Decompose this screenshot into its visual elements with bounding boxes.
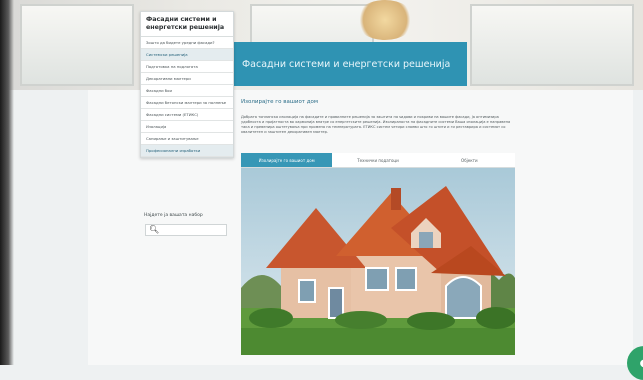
sidebar-item-insulation[interactable]: Изолација [141,121,233,133]
magnifier-icon[interactable]: 🔍︎ [149,226,159,234]
sidebar-menu: Фасадни системи и енергетски решенија Зо… [140,11,234,158]
hero-window [470,4,634,86]
sidebar-item-substrate-prep[interactable]: Подготовка на подлогата [141,61,233,73]
article-title: Изолирајте го вашиот дом [241,99,319,105]
left-edge-shadow [0,0,14,365]
sidebar-item-concrete-plasters[interactable]: Фасадни бетонски малтери за полнење [141,97,233,109]
search-input[interactable]: 🔍︎ [145,224,227,236]
tab-technical-data[interactable]: Технички податоци [332,153,423,167]
sidebar-item-facade-paints[interactable]: Фасадни бои [141,85,233,97]
sidebar-item-renovation[interactable]: Санирање и заштитување [141,133,233,145]
tab-insulate-home[interactable]: Изолирајте го вашиот дом [241,153,333,167]
sidebar-item-why-facades[interactable]: Зошто да бидете уредни фасади? [141,37,233,49]
content-tabs: Изолирајте го вашиот дом Технички подато… [241,153,515,168]
banner-title: Фасадни системи и енергетски решенија [242,58,451,70]
sidebar-item-decorative-plasters[interactable]: Декоративни малтери [141,73,233,85]
page-banner: Фасадни системи и енергетски решенија [232,42,467,86]
sidebar-item-etics[interactable]: Фасадни системи (ЕТИКС) [141,109,233,121]
hero-window [20,4,134,86]
search-label: Најдете ја вашата набор [144,213,203,218]
hero-lamp [355,0,415,40]
article-body: Добрата топлинска изолација на фасадите … [241,115,511,134]
house-photo [241,168,515,355]
sidebar-item-professional[interactable]: Професионални изработки [141,145,233,157]
tab-objects[interactable]: Објекти [424,153,515,167]
sidebar-heading: Фасадни системи и енергетски решенија [141,12,233,37]
sidebar-item-system-solutions[interactable]: Системски решенија [141,49,233,61]
